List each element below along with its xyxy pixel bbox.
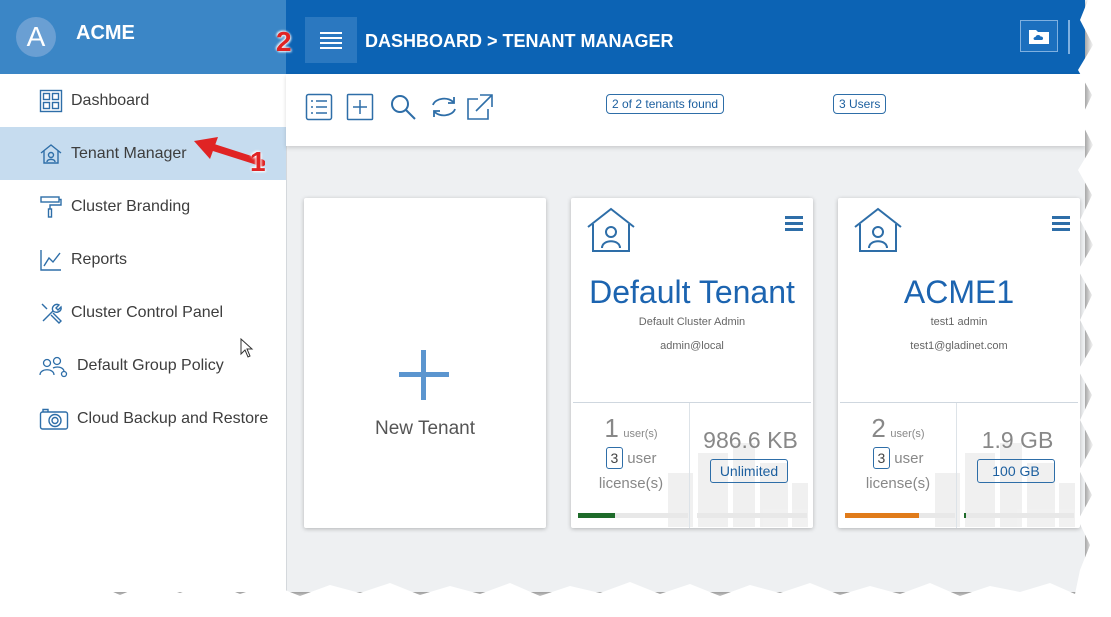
storage-used: 1.9 GB	[981, 427, 1054, 453]
tenant-name: ACME1	[903, 274, 1015, 310]
user-count-label: user(s)	[623, 428, 658, 440]
storage-usage-bar	[697, 513, 807, 518]
search-button[interactable]	[388, 92, 418, 122]
storage-used: 986.6 KB	[703, 427, 798, 453]
annotation-number-2: 2	[276, 26, 292, 57]
mouse-cursor-icon	[240, 338, 254, 358]
user-count-value: 2	[871, 413, 886, 443]
breadcrumb: DASHBOARD > TENANT MANAGER	[365, 31, 674, 51]
cloud-folder-icon	[1029, 30, 1049, 44]
header-divider	[1068, 20, 1070, 54]
export-icon	[467, 94, 493, 120]
plus-icon	[399, 350, 449, 400]
license-row: 3 user	[840, 447, 956, 469]
sidebar-item-label: Cluster Branding	[71, 197, 191, 215]
acme-logo[interactable]: A	[16, 17, 56, 57]
sidebar-item-label: Cloud Backup and Restore	[77, 409, 269, 427]
tenant-admin-email: test1@gladinet.com	[910, 340, 1008, 352]
sidebar-item-label: Tenant Manager	[71, 144, 187, 162]
list-view-button[interactable]	[304, 92, 334, 122]
tenant-house-icon	[587, 207, 635, 252]
user-usage-bar	[845, 513, 955, 518]
dashboard-grid-icon	[38, 88, 64, 114]
plus-box-icon	[346, 93, 374, 121]
license-label-secondary: license(s)	[865, 475, 931, 492]
sidebar-item-reports[interactable]: Reports	[0, 233, 286, 286]
tenant-house-icon	[854, 207, 902, 252]
user-usage-bar	[578, 513, 688, 518]
users-count-badge: 3 Users	[833, 94, 887, 114]
refresh-icon	[432, 97, 456, 117]
card-menu-button[interactable]	[1052, 216, 1070, 232]
storage-usage-fill	[964, 513, 967, 518]
tenants-found-badge: 2 of 2 tenants found	[606, 94, 725, 114]
top-header: DASHBOARD > TENANT MANAGER	[286, 0, 1085, 74]
storage-quota: Unlimited	[710, 459, 788, 483]
paint-roller-icon	[38, 194, 64, 220]
app-window: A ACME Dashboard Tenant Manager Cluster …	[0, 0, 1085, 592]
hamburger-icon	[320, 32, 342, 49]
tenant-stats: 2 user(s) 3 user license(s) 1.9 GB 100 GB	[840, 402, 1078, 528]
tenant-card[interactable]: Default Tenant Default Cluster Admin adm…	[571, 198, 813, 528]
license-count: 3	[605, 447, 624, 469]
user-count: 1 user(s)	[573, 413, 689, 444]
camera-icon	[38, 406, 70, 432]
card-menu-button[interactable]	[785, 216, 803, 232]
tenant-house-icon	[38, 141, 64, 167]
user-usage-fill	[578, 513, 616, 518]
chart-line-icon	[38, 247, 64, 273]
sidebar-item-label: Default Group Policy	[77, 356, 224, 374]
hamburger-menu-button[interactable]	[305, 17, 357, 63]
storage-usage-bar	[964, 513, 1074, 518]
search-icon	[391, 95, 416, 120]
sidebar-item-label: Reports	[71, 250, 128, 268]
sidebar-item-cluster-branding[interactable]: Cluster Branding	[0, 180, 286, 233]
user-count-value: 1	[604, 413, 619, 443]
tenant-admin-name: test1 admin	[930, 316, 988, 328]
add-tenant-button[interactable]	[345, 92, 375, 122]
tools-icon	[38, 300, 64, 326]
tenant-name: Default Tenant	[589, 274, 795, 310]
sidebar-item-label: Dashboard	[71, 91, 150, 109]
annotation-number-1: 1	[250, 146, 266, 177]
tenant-admin-name: Default Cluster Admin	[638, 316, 746, 328]
storage-quota: 100 GB	[977, 459, 1055, 483]
users-gear-icon	[38, 353, 70, 379]
tenant-card[interactable]: ACME1 test1 admin test1@gladinet.com 2 u…	[838, 198, 1080, 528]
new-tenant-label: New Tenant	[375, 418, 475, 439]
license-label: user	[894, 450, 924, 467]
new-tenant-card[interactable]: New Tenant	[304, 198, 546, 528]
export-button[interactable]	[465, 92, 495, 122]
license-label-secondary: license(s)	[598, 475, 664, 492]
tenant-stats: 1 user(s) 3 user license(s) 986.6 KB Unli…	[573, 402, 811, 528]
tenant-toolbar: 2 of 2 tenants found 3 Users	[286, 74, 1085, 146]
sidebar: A ACME Dashboard Tenant Manager Cluster …	[0, 0, 287, 592]
user-count-label: user(s)	[890, 428, 925, 440]
license-row: 3 user	[573, 447, 689, 469]
brand-bar: A ACME	[0, 0, 286, 74]
sidebar-item-cloud-backup[interactable]: Cloud Backup and Restore	[0, 392, 286, 445]
brand-name: ACME	[76, 22, 135, 44]
license-label: user	[627, 450, 657, 467]
list-icon	[305, 93, 333, 121]
refresh-button[interactable]	[429, 92, 459, 122]
sidebar-item-label: Cluster Control Panel	[71, 303, 224, 321]
user-count: 2 user(s)	[840, 413, 956, 444]
cloud-folder-button[interactable]	[1020, 20, 1058, 52]
tenant-admin-email: admin@local	[660, 340, 724, 352]
sidebar-item-dashboard[interactable]: Dashboard	[0, 74, 286, 127]
sidebar-item-cluster-control-panel[interactable]: Cluster Control Panel	[0, 286, 286, 339]
license-count: 3	[872, 447, 891, 469]
user-usage-fill	[845, 513, 919, 518]
sidebar-nav: Dashboard Tenant Manager Cluster Brandin…	[0, 74, 286, 445]
